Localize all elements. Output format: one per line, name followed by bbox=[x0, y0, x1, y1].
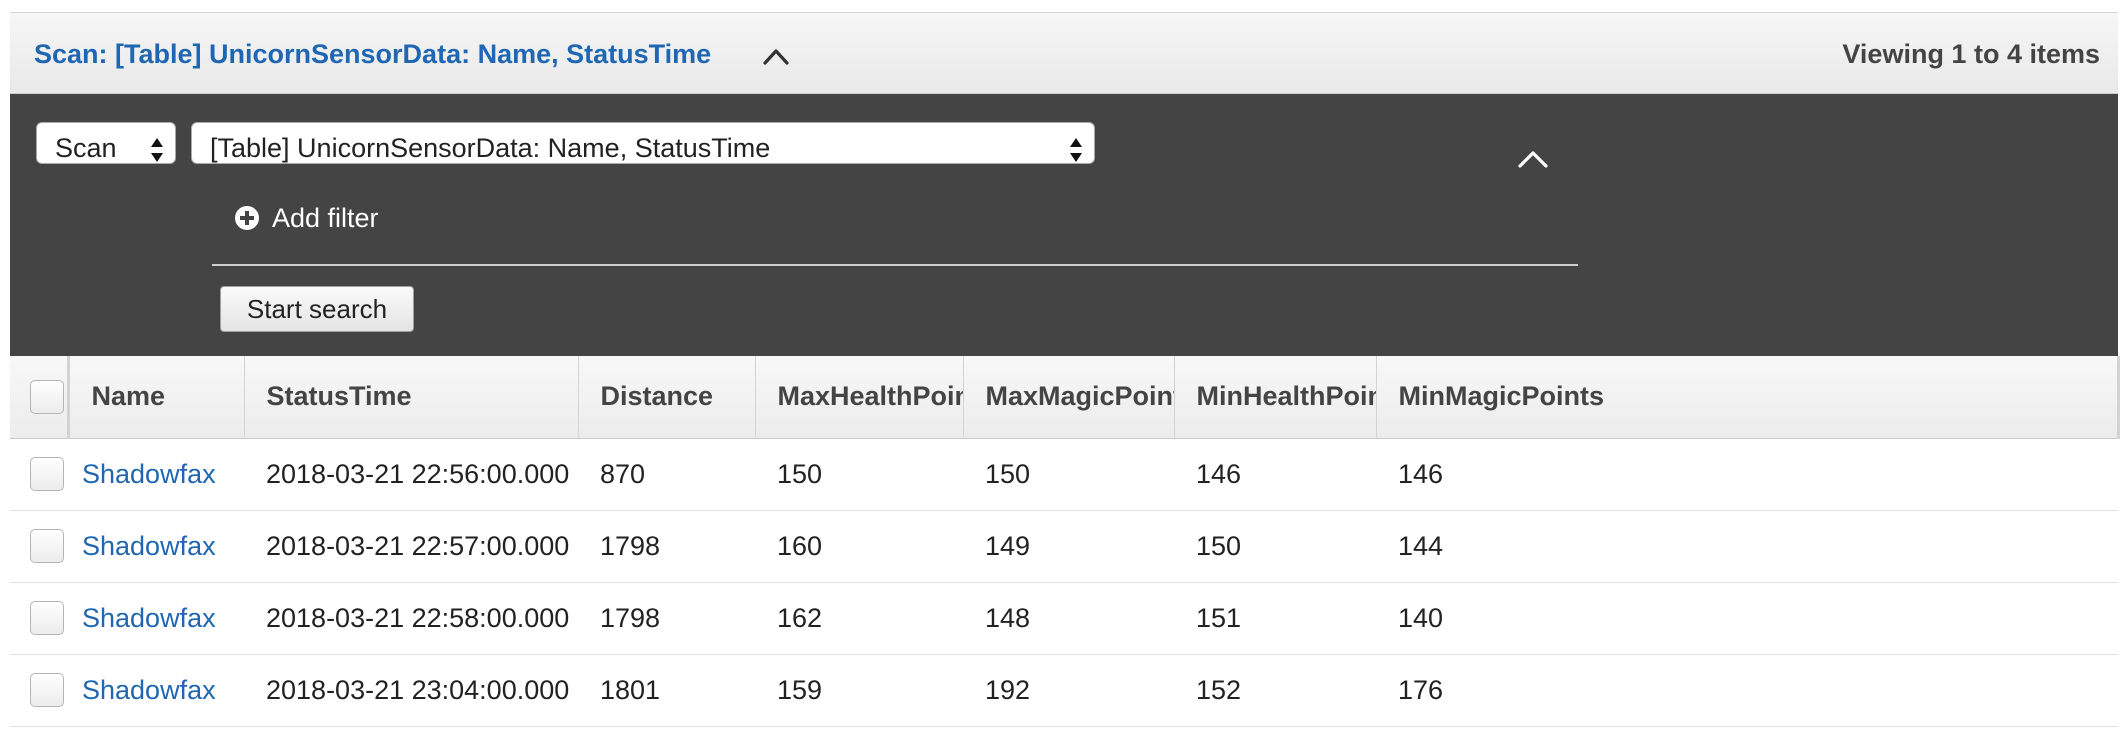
results-table: Name StatusTime Distance MaxHealthPoints… bbox=[10, 356, 2120, 727]
maxhealthpoints-cell: 150 bbox=[755, 438, 963, 511]
statustime-cell: 2018-03-21 23:04:00.000 bbox=[244, 654, 578, 727]
plus-circle-icon bbox=[235, 206, 259, 230]
table-header-row: Name StatusTime Distance MaxHealthPoints… bbox=[10, 356, 2120, 439]
distance-cell: 1801 bbox=[578, 654, 755, 727]
name-cell: Shadowfax bbox=[68, 438, 244, 511]
minhealthpoints-cell: 150 bbox=[1174, 510, 1376, 583]
add-filter-label: Add filter bbox=[272, 202, 379, 233]
minmagicpoints-cell: 146 bbox=[1376, 438, 2118, 511]
name-cell: Shadowfax bbox=[68, 654, 244, 727]
maxhealthpoints-cell: 160 bbox=[755, 510, 963, 583]
row-checkbox[interactable] bbox=[30, 673, 64, 707]
column-header-minmagicpoints[interactable]: MinMagicPoints bbox=[1376, 356, 2120, 439]
minhealthpoints-cell: 151 bbox=[1174, 582, 1376, 655]
item-name-link[interactable]: Shadowfax bbox=[82, 603, 216, 633]
maxmagicpoints-cell: 192 bbox=[963, 654, 1174, 727]
scan-mode-value: Scan bbox=[55, 133, 117, 163]
statustime-cell: 2018-03-21 22:57:00.000 bbox=[244, 510, 578, 583]
results-table-container: Name StatusTime Distance MaxHealthPoints… bbox=[10, 356, 2120, 730]
minhealthpoints-cell: 146 bbox=[1174, 438, 1376, 511]
select-arrows-icon bbox=[1070, 138, 1082, 162]
scan-panel: Scan: [Table] UnicornSensorData: Name, S… bbox=[10, 12, 2120, 730]
items-count: Viewing 1 to 4 items bbox=[1842, 39, 2100, 69]
add-filter-button[interactable]: Add filter bbox=[234, 200, 379, 236]
start-search-button[interactable]: Start search bbox=[220, 286, 414, 332]
chevron-up-icon[interactable] bbox=[762, 43, 790, 69]
column-header-name[interactable]: Name bbox=[68, 356, 245, 439]
maxmagicpoints-cell: 149 bbox=[963, 510, 1174, 583]
statustime-cell: 2018-03-21 22:58:00.000 bbox=[244, 582, 578, 655]
statustime-cell: 2018-03-21 22:56:00.000 bbox=[244, 438, 578, 511]
name-cell: Shadowfax bbox=[68, 582, 244, 655]
distance-cell: 1798 bbox=[578, 510, 755, 583]
column-header-distance[interactable]: Distance bbox=[578, 356, 756, 439]
row-checkbox[interactable] bbox=[30, 457, 64, 491]
name-cell: Shadowfax bbox=[68, 510, 244, 583]
row-select-cell bbox=[10, 510, 68, 583]
select-all-cell bbox=[10, 356, 70, 439]
minhealthpoints-cell: 152 bbox=[1174, 654, 1376, 727]
filter-divider bbox=[212, 264, 1578, 266]
item-name-link[interactable]: Shadowfax bbox=[82, 459, 216, 489]
row-select-cell bbox=[10, 654, 68, 727]
row-select-cell bbox=[10, 582, 68, 655]
scan-title-link[interactable]: Scan: [Table] UnicornSensorData: Name, S… bbox=[34, 39, 711, 70]
select-all-checkbox[interactable] bbox=[30, 379, 64, 414]
maxmagicpoints-cell: 150 bbox=[963, 438, 1174, 511]
minmagicpoints-cell: 176 bbox=[1376, 654, 2118, 727]
maxhealthpoints-cell: 162 bbox=[755, 582, 963, 655]
minmagicpoints-cell: 140 bbox=[1376, 582, 2118, 655]
column-header-statustime[interactable]: StatusTime bbox=[244, 356, 579, 439]
search-controls: Scan [Table] UnicornSensorData: Name, St… bbox=[10, 94, 2118, 356]
results-header: Scan: [Table] UnicornSensorData: Name, S… bbox=[10, 12, 2118, 94]
column-header-minhealthpoints[interactable]: MinHealthPoints bbox=[1174, 356, 1377, 439]
distance-cell: 870 bbox=[578, 438, 755, 511]
table-row[interactable]: Shadowfax 2018-03-21 22:57:00.000 1798 1… bbox=[10, 510, 2118, 583]
row-checkbox[interactable] bbox=[30, 529, 64, 563]
table-row[interactable]: Shadowfax 2018-03-21 23:04:00.000 1801 1… bbox=[10, 654, 2118, 727]
table-select-value: [Table] UnicornSensorData: Name, StatusT… bbox=[210, 133, 771, 163]
table-row[interactable]: Shadowfax 2018-03-21 22:58:00.000 1798 1… bbox=[10, 582, 2118, 655]
item-name-link[interactable]: Shadowfax bbox=[82, 531, 216, 561]
maxhealthpoints-cell: 159 bbox=[755, 654, 963, 727]
scan-mode-select[interactable]: Scan bbox=[36, 122, 176, 164]
row-checkbox[interactable] bbox=[30, 601, 64, 635]
table-select[interactable]: [Table] UnicornSensorData: Name, StatusT… bbox=[191, 122, 1095, 164]
minmagicpoints-cell: 144 bbox=[1376, 510, 2118, 583]
distance-cell: 1798 bbox=[578, 582, 755, 655]
item-name-link[interactable]: Shadowfax bbox=[82, 675, 216, 705]
collapse-chevron-icon[interactable] bbox=[1516, 146, 1550, 172]
row-select-cell bbox=[10, 438, 68, 511]
maxmagicpoints-cell: 148 bbox=[963, 582, 1174, 655]
column-header-maxmagicpoints[interactable]: MaxMagicPoints bbox=[963, 356, 1175, 439]
select-arrows-icon bbox=[151, 138, 163, 162]
table-row[interactable]: Shadowfax 2018-03-21 22:56:00.000 870 15… bbox=[10, 438, 2118, 511]
column-header-maxhealthpoints[interactable]: MaxHealthPoints bbox=[755, 356, 964, 439]
